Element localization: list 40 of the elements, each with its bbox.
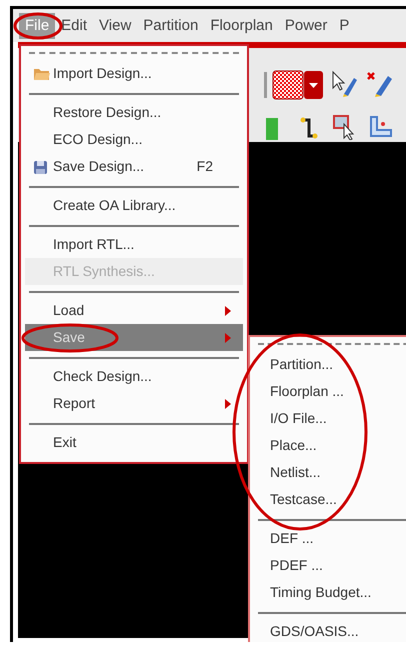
menu-bar-item[interactable]: Power: [278, 12, 334, 38]
menu-item[interactable]: Import RTL...: [25, 231, 243, 258]
submenu-arrow-icon: [225, 332, 231, 342]
menu-item[interactable]: Create OA Library...: [25, 192, 243, 219]
fill-pattern-swatch-icon[interactable]: [272, 70, 324, 100]
menu-item[interactable]: Check Design...: [25, 363, 243, 390]
menu-item[interactable]: Timing Budget...: [254, 579, 406, 606]
menu-bar-item[interactable]: View: [93, 12, 138, 38]
menu-item[interactable]: PDEF ...: [254, 552, 406, 579]
menu-bar-item[interactable]: Edit: [55, 12, 94, 38]
tear-off-line[interactable]: [29, 52, 239, 54]
toolbar-separator-icon: [264, 72, 267, 98]
menu-item[interactable]: Place...: [254, 432, 406, 459]
pointer-pen-icon[interactable]: [330, 70, 358, 98]
highlight-ellipse: [13, 12, 63, 40]
delete-pen-icon[interactable]: [366, 70, 394, 98]
layout-frame-icon[interactable]: [368, 114, 394, 140]
tear-off-line[interactable]: [258, 343, 406, 345]
menu-item[interactable]: DEF ...: [254, 525, 406, 552]
menu-item[interactable]: GDS/OASIS...: [254, 618, 406, 642]
wire-icon[interactable]: [300, 116, 318, 140]
menu-item[interactable]: I/O File...: [254, 405, 406, 432]
submenu-arrow-icon: [225, 306, 231, 316]
submenu-item[interactable]: Load: [25, 297, 243, 324]
menu-bar-item[interactable]: Partition: [137, 12, 204, 38]
menu-bar-item[interactable]: Floorplan: [204, 12, 279, 38]
submenu-arrow-icon: [225, 398, 231, 408]
submenu-item[interactable]: Report: [25, 390, 243, 417]
folder-icon: [33, 67, 51, 82]
menu-item[interactable]: Exit: [25, 429, 243, 456]
menu-item[interactable]: Save Design... F2: [25, 153, 243, 180]
menu-item[interactable]: ECO Design...: [25, 126, 243, 153]
menu-item[interactable]: Partition...: [254, 351, 406, 378]
menu-item[interactable]: Restore Design...: [25, 99, 243, 126]
menu-item[interactable]: Floorplan ...: [254, 378, 406, 405]
menu-item[interactable]: Testcase...: [254, 486, 406, 513]
menu-item[interactable]: Netlist...: [254, 459, 406, 486]
menu-bar-item[interactable]: P: [333, 12, 356, 38]
shortcut-label: F2: [196, 157, 213, 176]
menu-item[interactable]: Import Design...: [25, 60, 243, 87]
